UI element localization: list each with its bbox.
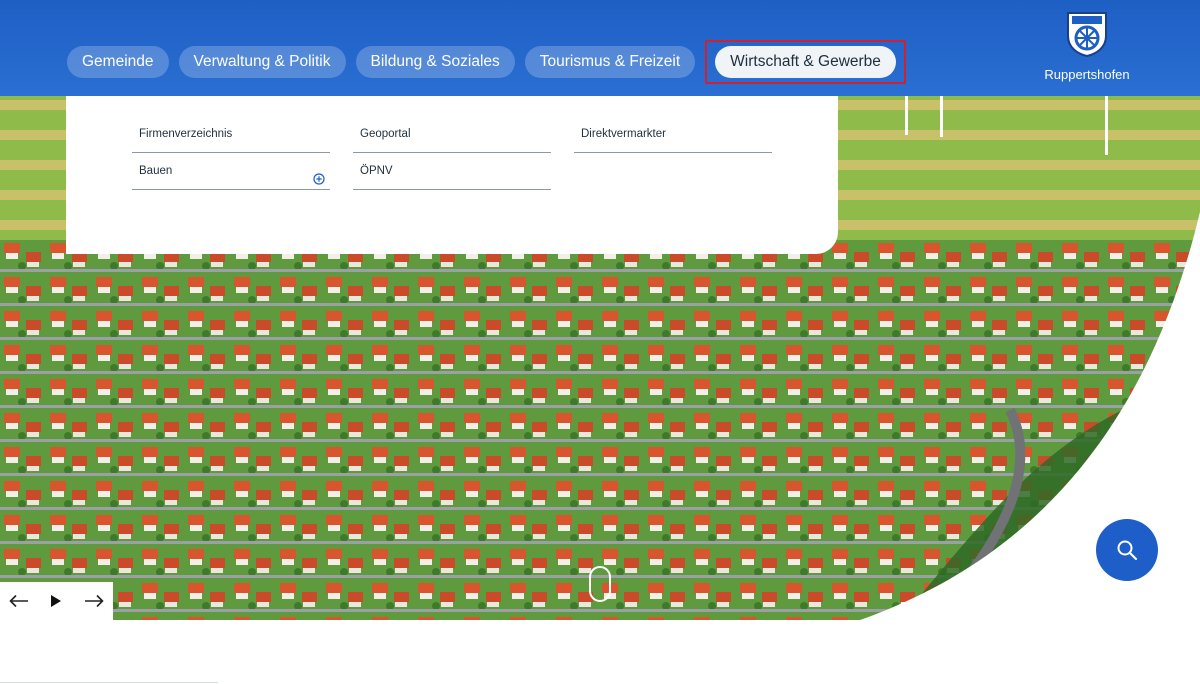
menu-column-2: Geoportal ÖPNV bbox=[353, 118, 551, 192]
scroll-indicator[interactable] bbox=[589, 566, 611, 602]
play-button[interactable] bbox=[42, 587, 70, 615]
menu-item-label: Direktvermarkter bbox=[581, 128, 666, 140]
menu-column-3: Direktvermarkter bbox=[574, 118, 772, 155]
menu-item-label: Firmenverzeichnis bbox=[139, 128, 233, 140]
next-slide-button[interactable] bbox=[80, 587, 108, 615]
slideshow-controls bbox=[0, 582, 113, 620]
mega-menu-dropdown: Firmenverzeichnis Bauen Geoportal ÖPNV D… bbox=[66, 96, 838, 254]
nav-tab-gemeinde[interactable]: Gemeinde bbox=[67, 46, 169, 78]
divider bbox=[0, 682, 218, 683]
menu-item-firmenverzeichnis[interactable]: Firmenverzeichnis bbox=[132, 118, 330, 153]
nav-tab-wirtschaft-gewerbe[interactable]: Wirtschaft & Gewerbe bbox=[715, 46, 896, 78]
menu-item-label: Bauen bbox=[139, 165, 173, 177]
main-nav: Gemeinde Verwaltung & Politik Bildung & … bbox=[67, 40, 906, 84]
previous-slide-button[interactable] bbox=[5, 587, 33, 615]
menu-item-bauen[interactable]: Bauen bbox=[132, 155, 330, 190]
search-button[interactable] bbox=[1096, 519, 1158, 581]
play-icon bbox=[51, 595, 62, 607]
plus-circle-icon[interactable] bbox=[313, 166, 325, 198]
menu-column-1: Firmenverzeichnis Bauen bbox=[132, 118, 330, 192]
nav-tab-verwaltung-politik[interactable]: Verwaltung & Politik bbox=[178, 46, 346, 78]
arrow-right-icon bbox=[85, 594, 104, 608]
menu-item-oepnv[interactable]: ÖPNV bbox=[353, 155, 551, 190]
municipality-logo[interactable]: Ruppertshofen bbox=[1044, 10, 1130, 82]
menu-item-geoportal[interactable]: Geoportal bbox=[353, 118, 551, 153]
coat-of-arms-icon bbox=[1067, 12, 1107, 58]
arrow-left-icon bbox=[9, 594, 28, 608]
nav-tab-bildung-soziales[interactable]: Bildung & Soziales bbox=[355, 46, 515, 78]
menu-item-label: ÖPNV bbox=[360, 165, 393, 177]
search-icon bbox=[1117, 540, 1138, 561]
menu-item-label: Geoportal bbox=[360, 128, 411, 140]
municipality-name: Ruppertshofen bbox=[1044, 67, 1130, 82]
menu-item-direktvermarkter[interactable]: Direktvermarkter bbox=[574, 118, 772, 153]
nav-tab-tourismus-freizeit[interactable]: Tourismus & Freizeit bbox=[524, 46, 696, 78]
active-tab-highlight: Wirtschaft & Gewerbe bbox=[705, 40, 906, 84]
